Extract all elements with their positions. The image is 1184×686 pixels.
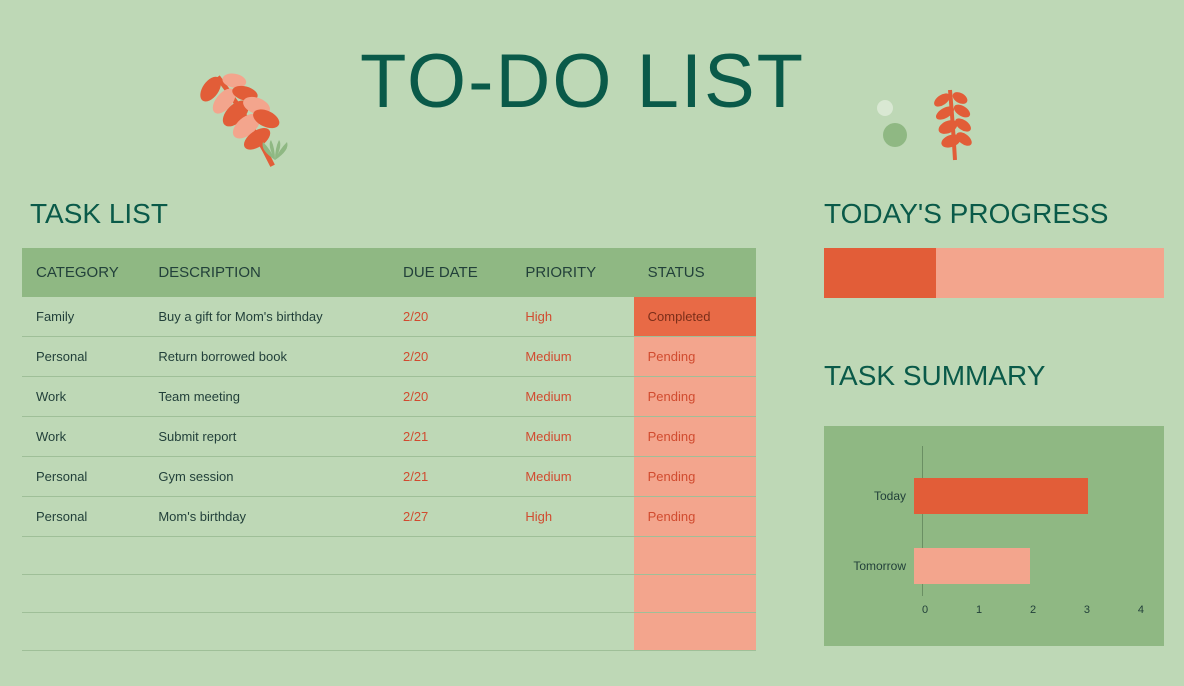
table-row[interactable]: PersonalMom's birthday2/27HighPending — [22, 497, 756, 537]
description-cell[interactable]: Submit report — [144, 417, 389, 457]
table-row[interactable]: FamilyBuy a gift for Mom's birthday2/20H… — [22, 297, 756, 337]
due-cell[interactable]: 2/20 — [389, 377, 511, 417]
status-cell[interactable] — [634, 537, 756, 575]
table-row[interactable]: PersonalGym session2/21MediumPending — [22, 457, 756, 497]
priority-cell[interactable]: High — [511, 497, 633, 537]
page-title: TO-DO LIST — [360, 38, 805, 125]
col-header-priority[interactable]: PRIORITY — [511, 248, 633, 297]
due-cell[interactable]: 2/20 — [389, 337, 511, 377]
category-cell[interactable]: Work — [22, 417, 144, 457]
status-cell[interactable]: Pending — [634, 377, 756, 417]
table-row[interactable]: PersonalReturn borrowed book2/20MediumPe… — [22, 337, 756, 377]
status-cell[interactable]: Pending — [634, 457, 756, 497]
table-row[interactable] — [22, 613, 756, 651]
due-cell[interactable]: 2/20 — [389, 297, 511, 337]
category-cell[interactable]: Work — [22, 377, 144, 417]
chart-tick: 0 — [922, 604, 928, 616]
status-cell[interactable] — [634, 575, 756, 613]
description-cell[interactable]: Team meeting — [144, 377, 389, 417]
table-row[interactable]: WorkTeam meeting2/20MediumPending — [22, 377, 756, 417]
progress-bar-fill — [824, 248, 936, 298]
progress-bar — [824, 248, 1164, 298]
table-row[interactable] — [22, 537, 756, 575]
status-cell[interactable]: Pending — [634, 337, 756, 377]
priority-cell[interactable]: High — [511, 297, 633, 337]
task-summary-chart: 0 1 2 3 4 Today Tomorrow — [824, 426, 1164, 646]
due-cell[interactable]: 2/21 — [389, 457, 511, 497]
table-header-row: CATEGORY DESCRIPTION DUE DATE PRIORITY S… — [22, 248, 756, 297]
task-table: CATEGORY DESCRIPTION DUE DATE PRIORITY S… — [22, 248, 756, 651]
due-cell[interactable]: 2/27 — [389, 497, 511, 537]
status-cell[interactable] — [634, 613, 756, 651]
category-cell[interactable]: Personal — [22, 457, 144, 497]
description-cell[interactable]: Mom's birthday — [144, 497, 389, 537]
priority-cell[interactable]: Medium — [511, 337, 633, 377]
chart-category-label: Today — [834, 489, 914, 503]
table-row[interactable] — [22, 575, 756, 613]
description-cell[interactable]: Return borrowed book — [144, 337, 389, 377]
col-header-due[interactable]: DUE DATE — [389, 248, 511, 297]
chart-tick: 1 — [976, 604, 982, 616]
summary-heading: TASK SUMMARY — [824, 360, 1045, 392]
chart-bar-row: Tomorrow — [834, 546, 1154, 586]
category-cell[interactable]: Personal — [22, 337, 144, 377]
priority-cell[interactable]: Medium — [511, 417, 633, 457]
description-cell[interactable]: Gym session — [144, 457, 389, 497]
status-cell[interactable]: Pending — [634, 497, 756, 537]
category-cell[interactable]: Family — [22, 297, 144, 337]
plant-right-icon — [870, 80, 990, 170]
chart-tick: 3 — [1084, 604, 1090, 616]
task-list-heading: TASK LIST — [30, 198, 168, 230]
category-cell[interactable]: Personal — [22, 497, 144, 537]
progress-heading: TODAY'S PROGRESS — [824, 198, 1108, 230]
description-cell[interactable]: Buy a gift for Mom's birthday — [144, 297, 389, 337]
table-row[interactable]: WorkSubmit report2/21MediumPending — [22, 417, 756, 457]
plant-left-icon — [180, 50, 340, 170]
col-header-description[interactable]: DESCRIPTION — [144, 248, 389, 297]
chart-category-label: Tomorrow — [834, 559, 914, 573]
chart-x-axis: 0 1 2 3 4 — [922, 604, 1144, 616]
chart-bar — [914, 478, 1088, 514]
chart-tick: 2 — [1030, 604, 1036, 616]
chart-bar-row: Today — [834, 476, 1154, 516]
priority-cell[interactable]: Medium — [511, 457, 633, 497]
priority-cell[interactable]: Medium — [511, 377, 633, 417]
status-cell[interactable]: Pending — [634, 417, 756, 457]
chart-tick: 4 — [1138, 604, 1144, 616]
status-cell[interactable]: Completed — [634, 297, 756, 337]
due-cell[interactable]: 2/21 — [389, 417, 511, 457]
col-header-status[interactable]: STATUS — [634, 248, 756, 297]
col-header-category[interactable]: CATEGORY — [22, 248, 144, 297]
chart-bar — [914, 548, 1030, 584]
